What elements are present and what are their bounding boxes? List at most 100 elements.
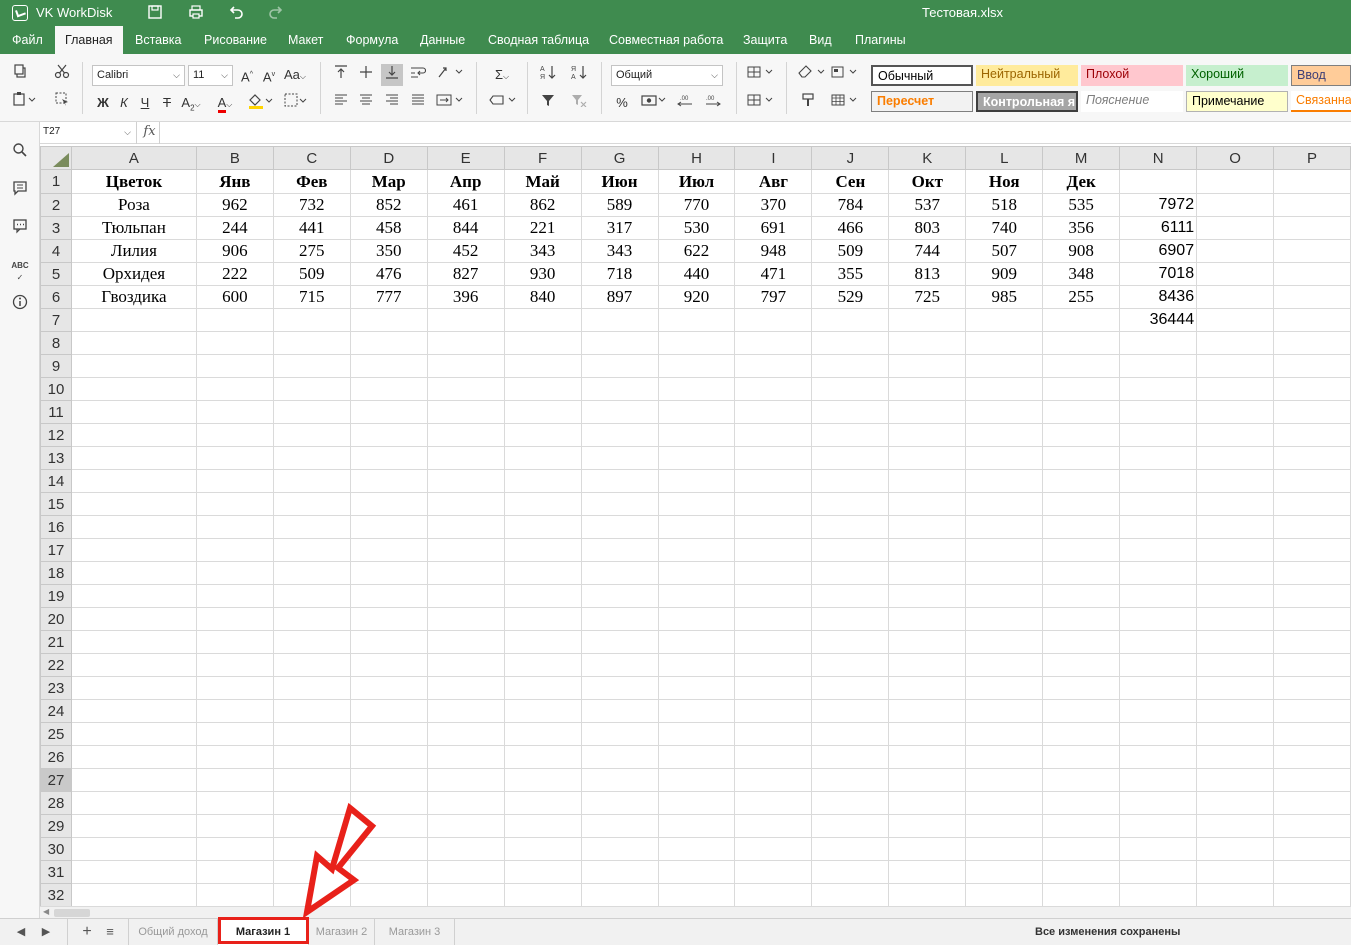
column-header[interactable]: N xyxy=(1119,146,1198,170)
cell[interactable] xyxy=(1119,653,1198,677)
tab-data[interactable]: Данные xyxy=(410,26,475,54)
cell[interactable] xyxy=(657,791,736,815)
cell[interactable] xyxy=(1042,400,1121,424)
cell[interactable] xyxy=(70,814,197,838)
cell[interactable] xyxy=(734,469,813,493)
cell[interactable] xyxy=(1273,331,1351,355)
cell[interactable] xyxy=(503,354,582,378)
cell[interactable]: Фев xyxy=(272,169,351,194)
cell[interactable] xyxy=(70,561,197,585)
tab-layout[interactable]: Макет xyxy=(278,26,333,54)
cell[interactable] xyxy=(426,607,505,631)
cell[interactable]: 461 xyxy=(426,193,505,217)
cell[interactable] xyxy=(70,722,197,746)
cell[interactable] xyxy=(503,883,582,906)
cell[interactable] xyxy=(1196,446,1274,470)
cell[interactable] xyxy=(70,446,197,470)
cell[interactable] xyxy=(1119,423,1198,447)
row-header[interactable]: 12 xyxy=(40,423,72,447)
cell[interactable] xyxy=(657,768,736,792)
cell[interactable]: 348 xyxy=(1042,262,1121,286)
cell[interactable] xyxy=(426,308,505,332)
row-header[interactable]: 24 xyxy=(40,699,72,723)
cell[interactable] xyxy=(1196,169,1274,194)
cell[interactable] xyxy=(965,837,1044,861)
cell[interactable] xyxy=(426,561,505,585)
cell[interactable]: 6111 xyxy=(1119,216,1198,240)
cell[interactable] xyxy=(503,860,582,884)
cell[interactable] xyxy=(426,538,505,562)
cell[interactable] xyxy=(734,354,813,378)
cell[interactable] xyxy=(657,584,736,608)
row-header[interactable]: 29 xyxy=(40,814,72,838)
row-header[interactable]: 5 xyxy=(40,262,72,286)
row-header[interactable]: 20 xyxy=(40,607,72,631)
cell[interactable] xyxy=(965,515,1044,539)
row-header[interactable]: 4 xyxy=(40,239,72,263)
cell[interactable] xyxy=(811,515,890,539)
cell[interactable] xyxy=(888,676,967,700)
cell[interactable] xyxy=(580,722,659,746)
cell[interactable] xyxy=(580,515,659,539)
decrease-font-icon[interactable]: Av xyxy=(258,64,280,86)
cell[interactable]: 803 xyxy=(888,216,967,240)
cell[interactable] xyxy=(811,699,890,723)
cell[interactable] xyxy=(1273,469,1351,493)
cell[interactable] xyxy=(70,699,197,723)
cell[interactable] xyxy=(657,676,736,700)
cell[interactable] xyxy=(1196,676,1274,700)
cell[interactable] xyxy=(965,446,1044,470)
cell[interactable] xyxy=(888,354,967,378)
cell[interactable] xyxy=(272,699,351,723)
tab-protection[interactable]: Защита xyxy=(733,26,797,54)
cell[interactable] xyxy=(195,584,274,608)
cell[interactable] xyxy=(70,584,197,608)
cell[interactable]: 518 xyxy=(965,193,1044,217)
subscript-icon[interactable]: A2⌵ xyxy=(178,92,204,114)
cell[interactable] xyxy=(580,837,659,861)
search-icon[interactable] xyxy=(10,142,30,162)
number-format-select[interactable]: Общий ⌵ xyxy=(611,65,723,86)
cell[interactable] xyxy=(734,837,813,861)
cell[interactable]: 718 xyxy=(580,262,659,286)
cell[interactable] xyxy=(657,561,736,585)
cell[interactable]: 777 xyxy=(349,285,428,309)
cell[interactable] xyxy=(272,423,351,447)
cell[interactable]: 930 xyxy=(503,262,582,286)
cell[interactable] xyxy=(70,768,197,792)
formula-input[interactable] xyxy=(162,122,1351,144)
cell[interactable] xyxy=(888,837,967,861)
cell[interactable] xyxy=(1042,745,1121,769)
style-normal[interactable]: Обычный xyxy=(871,65,973,86)
cell[interactable] xyxy=(272,584,351,608)
cell[interactable] xyxy=(888,653,967,677)
text-orientation-icon[interactable] xyxy=(435,64,465,86)
cell[interactable] xyxy=(272,630,351,654)
cell[interactable] xyxy=(70,331,197,355)
cell[interactable] xyxy=(426,331,505,355)
cell[interactable] xyxy=(1042,883,1121,906)
spreadsheet-grid[interactable]: ABCDEFGHIJKLMNOP 1 Цветок Янв Фев Мар Апр Май И… xyxy=(40,146,1351,906)
cell[interactable] xyxy=(1196,814,1274,838)
cell[interactable] xyxy=(272,538,351,562)
cell[interactable] xyxy=(811,745,890,769)
cell[interactable] xyxy=(503,423,582,447)
cell[interactable] xyxy=(272,469,351,493)
cell[interactable] xyxy=(1042,469,1121,493)
cell[interactable] xyxy=(1042,676,1121,700)
cell[interactable] xyxy=(272,768,351,792)
cell[interactable] xyxy=(272,377,351,401)
cell[interactable] xyxy=(1196,216,1274,240)
cell[interactable] xyxy=(580,492,659,516)
cell[interactable] xyxy=(811,630,890,654)
cell[interactable] xyxy=(349,308,428,332)
cell[interactable] xyxy=(1273,515,1351,539)
cell[interactable] xyxy=(426,791,505,815)
column-header[interactable]: E xyxy=(426,146,505,170)
cell[interactable] xyxy=(1196,883,1274,906)
cell[interactable] xyxy=(657,469,736,493)
cell[interactable] xyxy=(70,791,197,815)
cell[interactable]: 275 xyxy=(272,239,351,263)
select-all-icon[interactable] xyxy=(51,91,73,113)
cell[interactable] xyxy=(426,676,505,700)
